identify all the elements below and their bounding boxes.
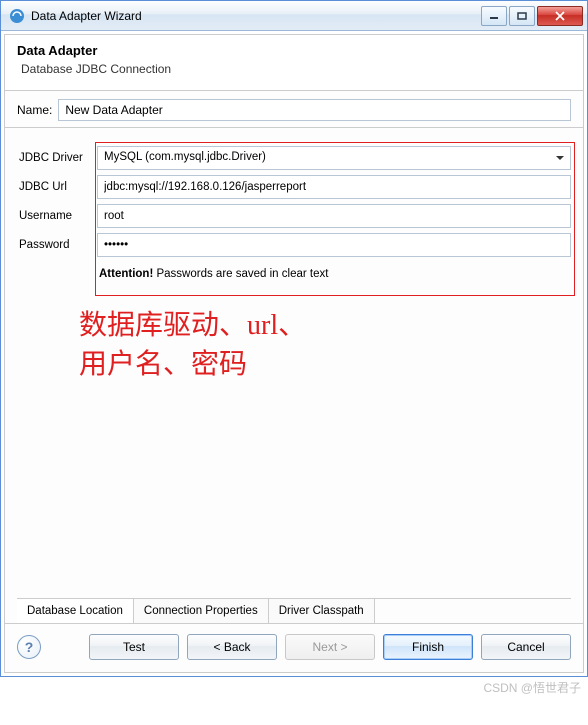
attention-bold: Attention! [99,268,153,280]
maximize-button[interactable] [509,6,535,26]
window-title: Data Adapter Wizard [31,9,481,23]
row-driver: JDBC Driver MySQL (com.mysql.jdbc.Driver… [17,146,571,170]
back-button[interactable]: < Back [187,634,277,660]
tab-bar: Database Location Connection Properties … [17,598,571,623]
password-label: Password [17,239,97,251]
annotation-text: 数据库驱动、url、 用户名、密码 [79,306,571,384]
cancel-button[interactable]: Cancel [481,634,571,660]
name-row: Name: [4,90,584,128]
tab-connection-properties[interactable]: Connection Properties [134,599,269,623]
tab-page-database-location: JDBC Driver MySQL (com.mysql.jdbc.Driver… [17,136,571,598]
driver-combo[interactable]: MySQL (com.mysql.jdbc.Driver) [97,146,571,170]
page-subtitle: Database JDBC Connection [21,62,571,76]
driver-value: MySQL (com.mysql.jdbc.Driver) [104,151,266,163]
tab-driver-classpath[interactable]: Driver Classpath [269,599,375,623]
username-label: Username [17,210,97,222]
password-input[interactable] [97,233,571,257]
driver-label: JDBC Driver [17,152,97,164]
content-area: Data Adapter Database JDBC Connection Na… [1,31,587,676]
url-label: JDBC Url [17,181,97,193]
finish-button[interactable]: Finish [383,634,473,660]
button-bar: ? Test < Back Next > Finish Cancel [4,624,584,673]
name-label: Name: [17,103,52,117]
help-icon[interactable]: ? [17,635,41,659]
name-input[interactable] [58,99,571,121]
page-title: Data Adapter [17,43,571,58]
watermark-text: CSDN @悟世君子 [483,679,581,696]
next-button[interactable]: Next > [285,634,375,660]
wizard-window: Data Adapter Wizard Data Adapter Databas… [0,0,588,677]
form-body: JDBC Driver MySQL (com.mysql.jdbc.Driver… [4,128,584,624]
url-input[interactable] [97,175,571,199]
attention-text: Attention! Passwords are saved in clear … [97,262,571,286]
row-password: Password [17,233,571,257]
attention-msg: Passwords are saved in clear text [153,268,328,280]
test-button[interactable]: Test [89,634,179,660]
app-icon [9,8,25,24]
tab-database-location[interactable]: Database Location [17,599,134,623]
close-button[interactable] [537,6,583,26]
row-username: Username [17,204,571,228]
minimize-button[interactable] [481,6,507,26]
window-controls [481,6,583,26]
username-input[interactable] [97,204,571,228]
row-url: JDBC Url [17,175,571,199]
titlebar[interactable]: Data Adapter Wizard [1,1,587,31]
wizard-header: Data Adapter Database JDBC Connection [4,34,584,90]
